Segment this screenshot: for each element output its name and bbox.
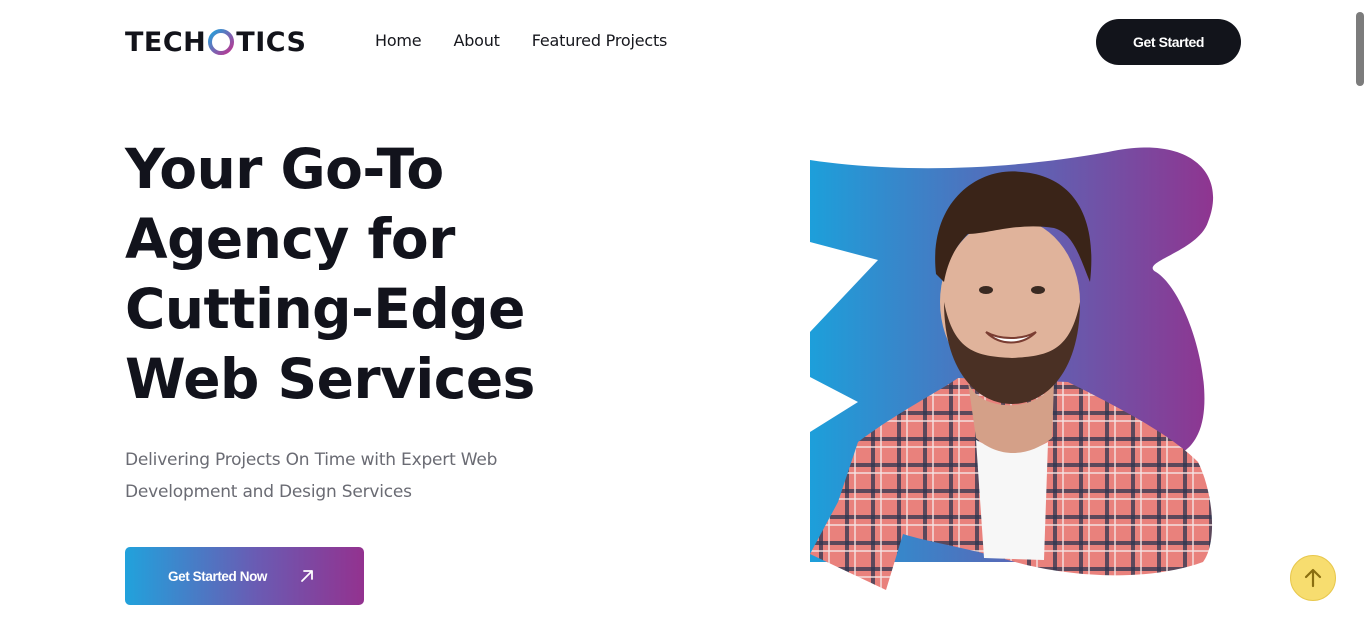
white-tshirt	[976, 440, 1048, 560]
arrow-up-icon	[1304, 568, 1322, 588]
cta-label: Get Started Now	[168, 568, 268, 584]
nav-link-about[interactable]: About	[453, 31, 500, 50]
arrow-up-right-icon	[301, 570, 313, 582]
get-started-now-button[interactable]: Get Started Now	[125, 547, 364, 605]
site-header: TECH TICS Home About Featured Projects G…	[0, 0, 1366, 84]
hero-subtitle-line: Development and Design Services	[125, 482, 412, 502]
nav-link-home[interactable]: Home	[375, 31, 422, 50]
scrollbar-thumb[interactable]	[1356, 12, 1364, 86]
nav-link-featured-projects[interactable]: Featured Projects	[532, 31, 668, 50]
hero-title-line: Web Services	[125, 347, 535, 411]
get-started-button[interactable]: Get Started	[1096, 19, 1241, 65]
logo-ring-icon	[208, 29, 235, 55]
hero-title-line: Cutting-Edge	[125, 277, 525, 341]
hero-subtitle: Delivering Projects On Time with Expert …	[125, 444, 565, 508]
logo-text-right: TICS	[236, 26, 307, 58]
logo-text-left: TECH	[125, 26, 207, 58]
hero-title-line: Agency for	[125, 207, 455, 271]
hero-subtitle-line: Delivering Projects On Time with Expert …	[125, 450, 498, 470]
hero-title: Your Go-To Agency for Cutting-Edge Web S…	[125, 134, 645, 414]
logo[interactable]: TECH TICS	[125, 26, 307, 58]
hero-image	[810, 147, 1214, 590]
main-nav: Home About Featured Projects	[375, 31, 667, 50]
scroll-to-top-button[interactable]	[1290, 555, 1336, 601]
hero-title-line: Your Go-To	[125, 137, 444, 201]
